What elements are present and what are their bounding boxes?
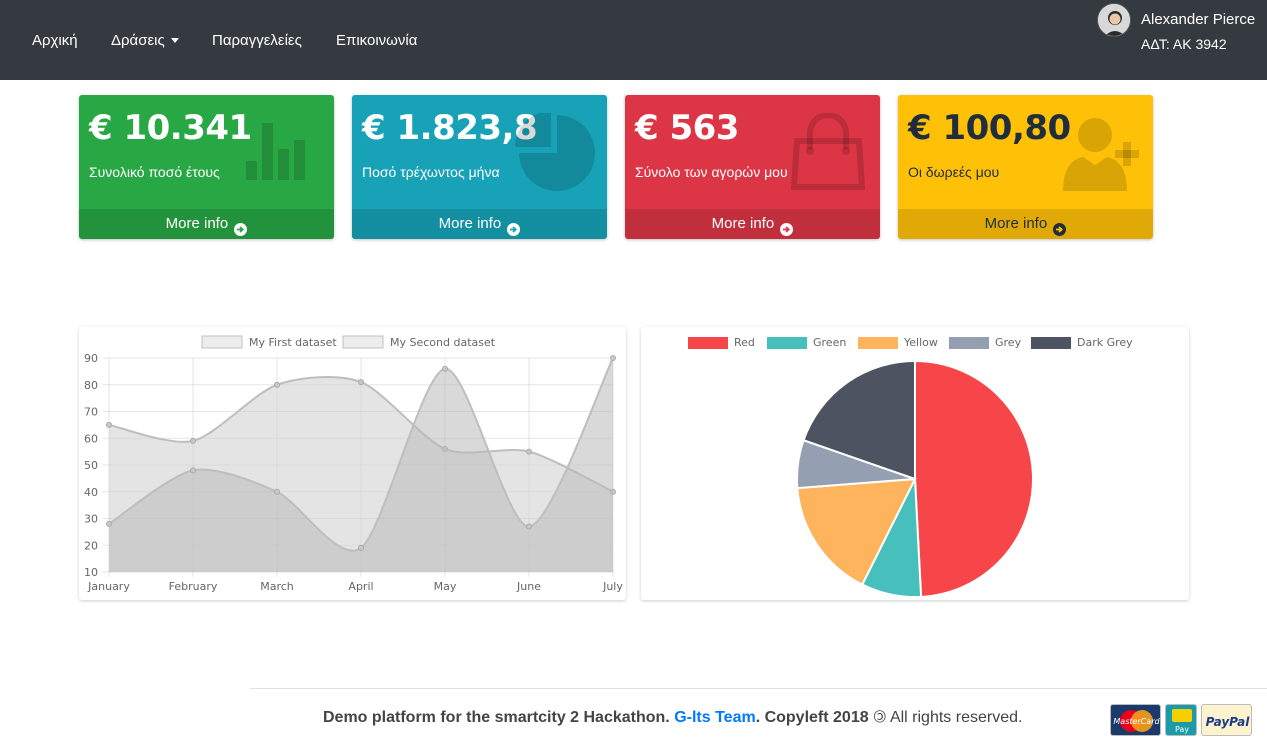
area-chart-panel: My First dataset My Second dataset 10 20 30 4…: [79, 327, 626, 600]
info-box-donations: € 100,80 Οι δωρεές μου More info: [898, 95, 1153, 239]
legend-swatch: [767, 337, 807, 349]
box-label: Ποσό τρέχωντος μήνα: [362, 164, 500, 180]
data-point: [106, 520, 112, 527]
box-value: € 563: [635, 108, 739, 148]
legend-swatch: [1031, 337, 1071, 349]
copyleft-icon: 🄯: [873, 709, 887, 726]
data-point: [274, 381, 280, 388]
pie-chart-panel: Red Green Yellow Grey Dark Grey: [641, 327, 1189, 600]
paypal-logo: PayPal: [1201, 704, 1252, 736]
nav-item-home[interactable]: Αρχική: [32, 31, 78, 51]
y-tick-label: 20: [84, 539, 98, 552]
bar-chart-icon: [246, 123, 305, 180]
team-link[interactable]: G-lts Team: [674, 709, 756, 726]
legend-swatch: [201, 335, 243, 349]
data-point: [358, 379, 364, 386]
legend-swatch: [858, 337, 898, 349]
user-name[interactable]: Alexander Pierce: [1141, 11, 1255, 29]
page-footer: Demo platform for the smartcity 2 Hackat…: [323, 709, 1023, 726]
pie-chart-icon: [515, 113, 595, 191]
more-info-link[interactable]: More info: [898, 209, 1153, 239]
legend-swatch: [342, 335, 384, 349]
shopping-bag-icon: [790, 113, 866, 190]
arrow-circle-right-icon: [234, 217, 248, 236]
x-tick-label: May: [434, 580, 457, 593]
data-point: [610, 355, 616, 361]
user-avatar[interactable]: [1097, 3, 1131, 37]
x-tick-label: February: [169, 580, 218, 593]
data-point: [106, 421, 112, 428]
y-tick-label: 90: [84, 352, 98, 365]
legend-label: My Second dataset: [390, 336, 496, 349]
svg-text:MasterCard: MasterCard: [1113, 717, 1160, 726]
data-point: [190, 437, 196, 444]
y-tick-label: 80: [84, 379, 98, 392]
x-tick-label: July: [602, 580, 623, 593]
data-point: [526, 448, 532, 455]
info-box-yearly-total: € 10.341 Συνολικό ποσό έτους More info: [79, 95, 334, 239]
box-value: € 10.341: [89, 108, 252, 148]
info-box-purchases-total: € 563 Σύνολο των αγορών μου More info: [625, 95, 880, 239]
pie-slice: [914, 359, 1034, 598]
svg-text:PayPal: PayPal: [1206, 715, 1251, 729]
nav-item-actions-dropdown[interactable]: Δράσεις: [111, 31, 179, 51]
pie-chart: Red Green Yellow Grey Dark Grey: [688, 336, 1133, 598]
data-point: [526, 523, 532, 530]
y-tick-label: 10: [84, 566, 98, 579]
info-box-monthly-total: € 1.823,8 Ποσό τρέχωντος μήνα More info: [352, 95, 607, 239]
data-point: [190, 467, 196, 474]
user-plus-icon: [1063, 118, 1139, 191]
arrow-circle-right-icon: [507, 217, 521, 236]
footer-divider: [250, 688, 1267, 689]
box-label: Οι δωρεές μου: [908, 164, 1000, 180]
data-point: [358, 544, 364, 551]
more-info-link[interactable]: More info: [79, 209, 334, 239]
x-tick-label: January: [87, 580, 130, 593]
nav-item-orders[interactable]: Παραγγελείες: [212, 31, 302, 51]
data-point: [442, 365, 448, 372]
legend-label: Red: [734, 336, 755, 349]
top-navbar: Αρχική Δράσεις Παραγγελείες Επικοινωνία …: [0, 0, 1267, 80]
more-info-link[interactable]: More info: [625, 209, 880, 239]
area-chart: My First dataset My Second dataset 10 20 30 4…: [84, 335, 623, 593]
data-point: [274, 488, 280, 495]
user-id: ΑΔΤ: ΑΚ 3942: [1141, 36, 1227, 52]
y-tick-label: 30: [84, 513, 98, 526]
legend-label: Yellow: [903, 336, 938, 349]
more-info-link[interactable]: More info: [352, 209, 607, 239]
x-tick-label: June: [516, 580, 541, 593]
box-value: € 100,80: [908, 108, 1071, 148]
y-tick-label: 70: [84, 406, 98, 419]
legend-label: Grey: [995, 336, 1022, 349]
box-label: Συνολικό ποσό έτους: [89, 164, 220, 180]
arrow-circle-right-icon: [780, 217, 794, 236]
legend-swatch: [949, 337, 989, 349]
y-tick-label: 50: [84, 459, 98, 472]
legend-swatch: [688, 337, 728, 349]
box-value: € 1.823,8: [362, 108, 538, 148]
avatar-image: [1098, 4, 1130, 36]
legend-label: My First dataset: [249, 336, 337, 349]
x-tick-label: March: [260, 580, 294, 593]
svg-text:Pay: Pay: [1175, 725, 1189, 734]
legend-label: Green: [813, 336, 846, 349]
y-tick-label: 40: [84, 486, 98, 499]
legend-label: Dark Grey: [1077, 336, 1133, 349]
box-label: Σύνολο των αγορών μου: [635, 164, 788, 180]
mastercard-logo: MasterCard: [1110, 704, 1161, 736]
nav-item-contact[interactable]: Επικοινωνία: [336, 31, 417, 51]
y-tick-label: 60: [84, 432, 98, 445]
x-tick-label: April: [348, 580, 373, 593]
pay-logo: Pay: [1165, 704, 1197, 736]
caret-down-icon: [170, 37, 179, 43]
arrow-circle-right-icon: [1053, 217, 1067, 236]
